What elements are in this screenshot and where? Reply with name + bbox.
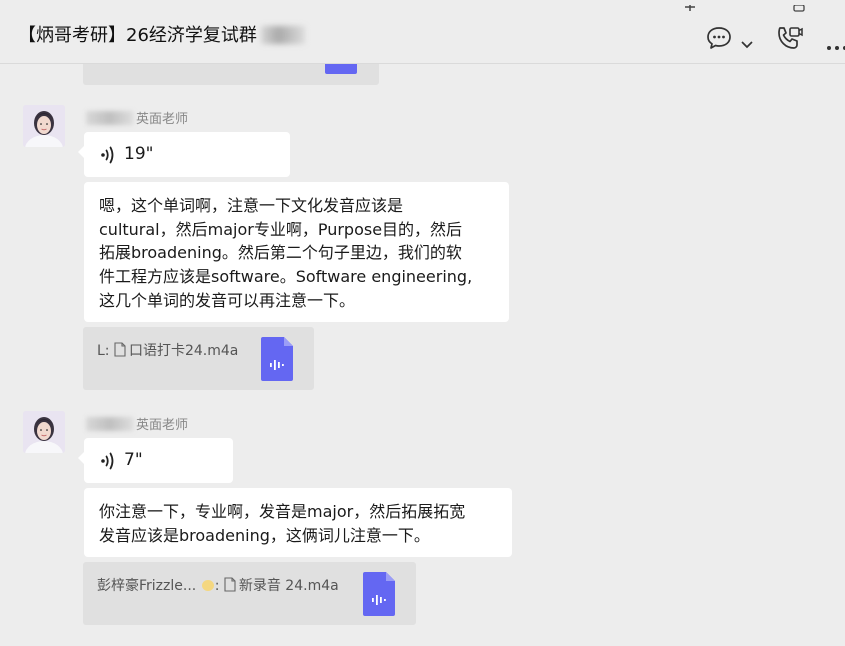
- voice-duration: 19": [124, 143, 154, 164]
- blurred-title-suffix: [260, 26, 305, 44]
- message-line: 嗯，这个单词啊，注意一下文化发音应该是: [99, 196, 404, 215]
- quote-prefix: L:: [97, 343, 110, 359]
- video-call-icon[interactable]: [775, 24, 803, 56]
- audio-file-icon: [363, 572, 395, 620]
- quoted-file-card[interactable]: 彭梓豪Frizzle... : 新录音 24.m4a: [83, 562, 416, 625]
- text-message[interactable]: 嗯，这个单词啊，注意一下文化发音应该是 cultural，然后major专业啊，…: [84, 182, 509, 322]
- voice-wave-icon: [101, 452, 114, 469]
- text-message[interactable]: 你注意一下，专业啊，发音是major，然后拓展拓宽 发音应该是broadenin…: [84, 488, 512, 557]
- chat-title: 【炳哥考研】26经济学复试群: [18, 21, 305, 47]
- quote-text: L: 口语打卡24.m4a: [97, 340, 238, 360]
- message-line: 拓展broadening。然后第二个句子里边，我们的软: [99, 243, 462, 263]
- quote-text: 彭梓豪Frizzle... : 新录音 24.m4a: [97, 575, 339, 595]
- voice-message[interactable]: 7": [78, 438, 233, 483]
- voice-wave-icon: [101, 146, 114, 163]
- window-icon[interactable]: [793, 0, 805, 12]
- sender-name: 英面老师: [86, 414, 188, 433]
- chat-header: 【炳哥考研】26经济学复试群: [0, 0, 845, 64]
- avatar[interactable]: [23, 411, 65, 453]
- message-line: 件工程方应该是software。Software engineering,: [99, 267, 473, 287]
- quoted-file-card[interactable]: L: 口语打卡24.m4a: [83, 327, 314, 390]
- voice-message[interactable]: 19": [78, 132, 290, 177]
- message-line: cultural，然后major专业啊，Purpose目的，然后: [99, 219, 463, 239]
- emoji-icon: [201, 580, 214, 591]
- group-name: 【炳哥考研】26经济学复试群: [18, 25, 257, 46]
- quote-file-name: 口语打卡24.m4a: [128, 343, 239, 359]
- more-icon[interactable]: [826, 36, 845, 55]
- chevron-down-icon[interactable]: [741, 34, 753, 53]
- chat-bubble-icon[interactable]: [706, 26, 732, 54]
- blurred-sender-prefix: [86, 417, 134, 431]
- blurred-sender-prefix: [86, 111, 134, 125]
- message-line: 你注意一下，专业啊，发音是major，然后拓展拓宽: [99, 502, 466, 521]
- avatar[interactable]: [23, 105, 65, 147]
- message-line: 这几个单词的发音可以再注意一下。: [99, 290, 356, 310]
- quote-prefix: 彭梓豪Frizzle...: [97, 578, 201, 594]
- document-icon: [114, 342, 126, 357]
- audio-file-icon: [261, 337, 293, 385]
- previous-quote-card[interactable]: [83, 64, 379, 85]
- plus-icon[interactable]: [684, 0, 696, 11]
- voice-duration: 7": [124, 449, 143, 470]
- sender-suffix: 英面老师: [136, 418, 189, 433]
- quote-prefix-colon: :: [214, 578, 220, 594]
- quote-file-name: 新录音 24.m4a: [238, 578, 339, 594]
- message-line: 发音应该是broadening，这俩词儿注意一下。: [99, 525, 430, 545]
- file-icon: [325, 64, 357, 74]
- sender-name: 英面老师: [86, 108, 188, 127]
- sender-suffix: 英面老师: [136, 112, 189, 127]
- document-icon: [224, 577, 236, 592]
